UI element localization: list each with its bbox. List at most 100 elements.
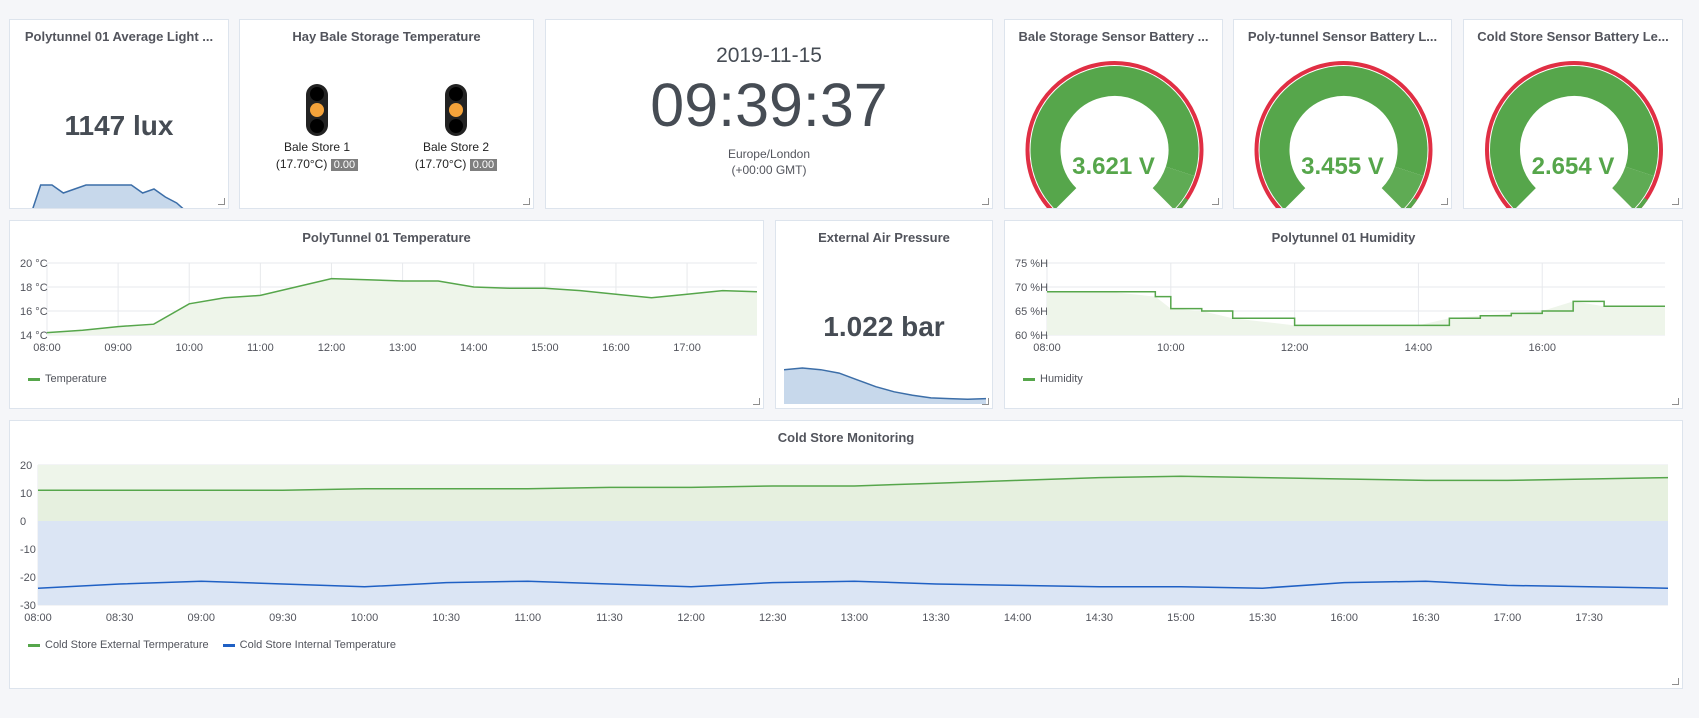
x-tick-label: 14:00	[1004, 612, 1032, 624]
legend-label: Temperature	[45, 373, 107, 385]
panel-title[interactable]: PolyTunnel 01 Temperature	[10, 230, 763, 245]
sparkline-area	[32, 185, 183, 208]
bale-store-2-label: Bale Store 2 (17.70°C) 0.00	[396, 139, 516, 174]
stat-value: 1147 lux	[64, 110, 174, 141]
panel-cold-store-monitoring[interactable]: Cold Store Monitoring 08:00 08:30 09:00 09:…	[9, 420, 1683, 689]
y-tick-label: -30	[20, 600, 36, 612]
series-area	[1047, 291, 1665, 335]
x-tick-label: 16:30	[1412, 612, 1440, 624]
legend-item-internal[interactable]: Cold Store Internal Temperature	[222, 639, 396, 651]
y-tick-label: 20	[20, 460, 32, 472]
traffic-light-1	[306, 84, 328, 136]
x-tick-label: 10:00	[351, 612, 379, 624]
gauge-value: 3.455 V	[1301, 153, 1384, 180]
clock-time: 09:39:37	[650, 71, 888, 139]
cold-store-chart[interactable]: 08:00 08:30 09:00 09:30 10:00 10:30 11:00 11:30…	[10, 451, 1683, 661]
resize-handle[interactable]	[1672, 678, 1679, 685]
legend-label: Humidity	[1040, 373, 1083, 385]
x-tick-label: 13:30	[922, 612, 950, 624]
x-tick-label: 09:00	[188, 612, 216, 624]
panel-title[interactable]: Cold Store Monitoring	[10, 430, 1682, 445]
x-tick-label: 17:00	[673, 342, 701, 354]
humidity-chart[interactable]: 08:00 10:00 12:00 14:00 16:00 60 %H 65 %H 70 %H…	[1005, 251, 1683, 401]
panel-title[interactable]: Polytunnel 01 Average Light ...	[10, 29, 228, 44]
panel-polytunnel-temperature[interactable]: PolyTunnel 01 Temperature 08:00 09:00 10:0…	[9, 220, 764, 409]
chart-legend: Cold Store External Termperature Cold St…	[28, 639, 396, 651]
x-tick-label: 08:00	[24, 612, 52, 624]
legend-item-external[interactable]: Cold Store External Termperature	[28, 639, 209, 651]
resize-handle[interactable]	[753, 398, 760, 405]
sparkline	[784, 367, 986, 404]
light-name: Bale Store 1	[283, 140, 351, 154]
resize-handle[interactable]	[1212, 198, 1219, 205]
clock-zone: Europe/London	[727, 147, 811, 161]
amber-lamp	[310, 103, 324, 117]
x-tick-label: 10:00	[175, 342, 203, 354]
panel-title[interactable]: Hay Bale Storage Temperature	[240, 29, 533, 44]
x-tick-label: 16:00	[1528, 342, 1556, 354]
x-tick-label: 12:00	[677, 612, 705, 624]
resize-handle[interactable]	[523, 198, 530, 205]
legend-label: Cold Store Internal Temperature	[239, 639, 396, 651]
panel-cold-battery[interactable]: Cold Store Sensor Battery Le... 2.654 V	[1463, 19, 1683, 209]
legend-swatch	[222, 643, 235, 647]
x-tick-label: 12:00	[318, 342, 346, 354]
resize-handle[interactable]	[1672, 398, 1679, 405]
x-tick-label: 17:00	[1494, 612, 1522, 624]
panel-bale-battery[interactable]: Bale Storage Sensor Battery ... 3.621 V	[1004, 19, 1223, 209]
x-tick-label: 12:30	[759, 612, 787, 624]
panel-hay-bale-temperature[interactable]: Hay Bale Storage Temperature Bale Store …	[239, 19, 534, 209]
resize-handle[interactable]	[982, 398, 989, 405]
gauge-value: 3.621 V	[1072, 153, 1155, 180]
x-tick-label: 15:30	[1249, 612, 1277, 624]
light-temp: (17.70°C)	[275, 157, 328, 171]
light-badge: 0.00	[330, 159, 359, 171]
resize-handle[interactable]	[1441, 198, 1448, 205]
clock-date: 2019-11-15	[716, 44, 822, 67]
x-tick-label: 11:00	[514, 612, 541, 624]
x-tick-label: 16:00	[1330, 612, 1358, 624]
legend-swatch	[28, 377, 40, 381]
chart-legend: Humidity	[1023, 373, 1083, 385]
x-tick-label: 11:30	[596, 612, 623, 624]
resize-handle[interactable]	[1672, 198, 1679, 205]
x-tick-label: 11:00	[247, 342, 274, 354]
amber-lamp	[449, 103, 463, 117]
resize-handle[interactable]	[982, 198, 989, 205]
x-tick-label: 13:00	[841, 612, 869, 624]
y-tick-label: 0	[20, 516, 26, 528]
gauge-value: 2.654 V	[1531, 153, 1615, 180]
y-tick-label: 14 °C	[20, 330, 48, 342]
legend-item-temperature[interactable]: Temperature	[28, 373, 107, 385]
x-tick-label: 15:00	[1167, 612, 1195, 624]
panel-polytunnel-humidity[interactable]: Polytunnel 01 Humidity 08:00 10:00 12:00 14…	[1004, 220, 1683, 409]
panel-external-air-pressure[interactable]: External Air Pressure 1.022 bar	[775, 220, 993, 409]
x-tick-label: 08:00	[33, 342, 61, 354]
light-badge: 0.00	[469, 159, 498, 171]
x-tick-label: 10:30	[432, 612, 460, 624]
panel-title[interactable]: Polytunnel 01 Humidity	[1005, 230, 1682, 245]
x-tick-label: 17:30	[1575, 612, 1603, 624]
legend-swatch	[28, 643, 40, 647]
x-tick-label: 10:00	[1157, 342, 1185, 354]
y-tick-label: 18 °C	[20, 282, 48, 294]
y-tick-label: -10	[20, 544, 36, 556]
panel-clock[interactable]: 2019-11-15 09:39:37 Europe/London (+00:0…	[545, 19, 993, 209]
panel-title[interactable]: External Air Pressure	[776, 230, 992, 245]
resize-handle[interactable]	[218, 198, 225, 205]
light-name: Bale Store 2	[422, 140, 490, 154]
x-tick-label: 13:00	[389, 342, 417, 354]
x-tick-label: 12:00	[1281, 342, 1309, 354]
light-temp: (17.70°C)	[414, 157, 467, 171]
y-tick-label: 16 °C	[20, 306, 48, 318]
traffic-light-2	[445, 84, 467, 136]
temperature-chart[interactable]: 08:00 09:00 10:00 11:00 12:00 13:00 14:00 15:00…	[10, 251, 764, 401]
legend-swatch	[1023, 377, 1035, 381]
x-tick-label: 09:00	[104, 342, 132, 354]
panel-polytunnel-light[interactable]: Polytunnel 01 Average Light ... 1147 lux	[9, 19, 229, 209]
x-tick-label: 08:00	[1033, 342, 1061, 354]
stat-value: 1.022 bar	[823, 311, 945, 342]
legend-item-humidity[interactable]: Humidity	[1023, 373, 1083, 385]
x-tick-label: 14:00	[1405, 342, 1433, 354]
panel-poly-battery[interactable]: Poly-tunnel Sensor Battery L... 3.455 V	[1233, 19, 1452, 209]
